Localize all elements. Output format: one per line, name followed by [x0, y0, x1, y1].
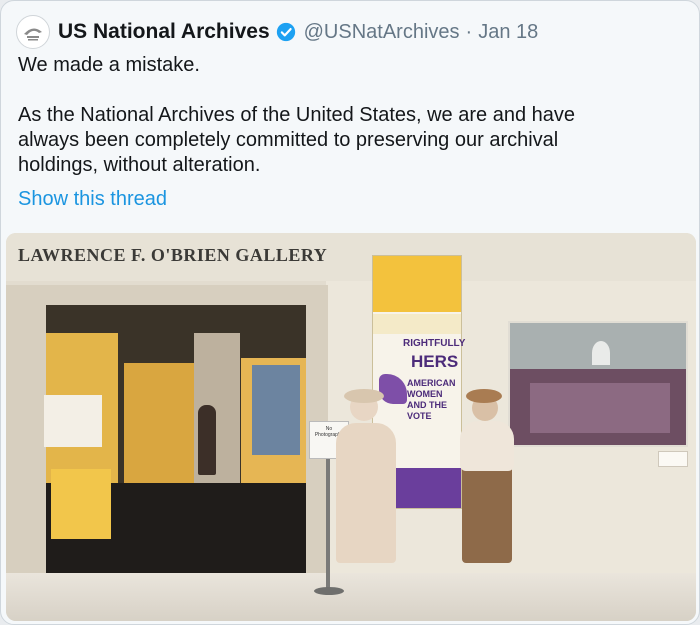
tweet-date[interactable]: Jan 18: [478, 21, 538, 44]
capitol-dome: [592, 341, 610, 365]
tweet-body-line: As the National Archives of the United S…: [18, 104, 575, 126]
hall-floor: [6, 573, 696, 621]
sign-post: [326, 443, 330, 593]
banner-top: [373, 256, 461, 312]
tweet-text: We made a mistake. As the National Archi…: [18, 53, 678, 178]
banner-title-2: HERS: [411, 352, 459, 371]
tweet-photo[interactable]: LAWRENCE F. O'BRIEN GALLERY RIGHTFULLY H…: [6, 233, 696, 621]
photo-crowd: [530, 383, 670, 433]
archives-logo-icon: [24, 28, 42, 41]
author-handle[interactable]: @USNatArchives: [304, 21, 460, 44]
tweet-body-line: holdings, without alteration.: [18, 154, 261, 176]
sign-base: [314, 587, 344, 595]
tweet-card[interactable]: US National Archives @USNatArchives · Ja…: [0, 0, 700, 625]
exhibit-panel: [124, 363, 194, 483]
verified-badge-icon: [276, 22, 295, 42]
exhibit-text-panel: [44, 395, 102, 447]
banner-swoosh: [379, 374, 407, 404]
show-thread-link[interactable]: Show this thread: [18, 187, 167, 212]
cutout-figure-2-blouse: [460, 421, 514, 471]
cutout-figure-1: [336, 423, 396, 563]
cutout-figure-2-hat: [466, 389, 502, 403]
separator-dot: ·: [465, 20, 473, 43]
photo-label-card: [658, 451, 688, 467]
tweet-body-line: always been completely committed to pres…: [18, 129, 559, 151]
tweet-line-1: We made a mistake.: [18, 54, 200, 76]
cutout-figure-1-hat: [344, 389, 384, 403]
display-case: [51, 469, 111, 539]
banner-stripe: [373, 314, 461, 334]
author-name[interactable]: US National Archives: [58, 20, 270, 44]
avatar[interactable]: [16, 15, 50, 49]
tweet-header: US National Archives @USNatArchives · Ja…: [16, 15, 538, 49]
gallery-sign: LAWRENCE F. O'BRIEN GALLERY: [18, 245, 328, 265]
video-screen: [252, 365, 300, 455]
figure-silhouette: [198, 405, 216, 475]
banner-subtitle: AMERICAN WOMEN AND THE VOTE: [407, 378, 456, 421]
banner-title-1: RIGHTFULLY: [403, 338, 466, 349]
framed-photograph: [508, 321, 688, 447]
